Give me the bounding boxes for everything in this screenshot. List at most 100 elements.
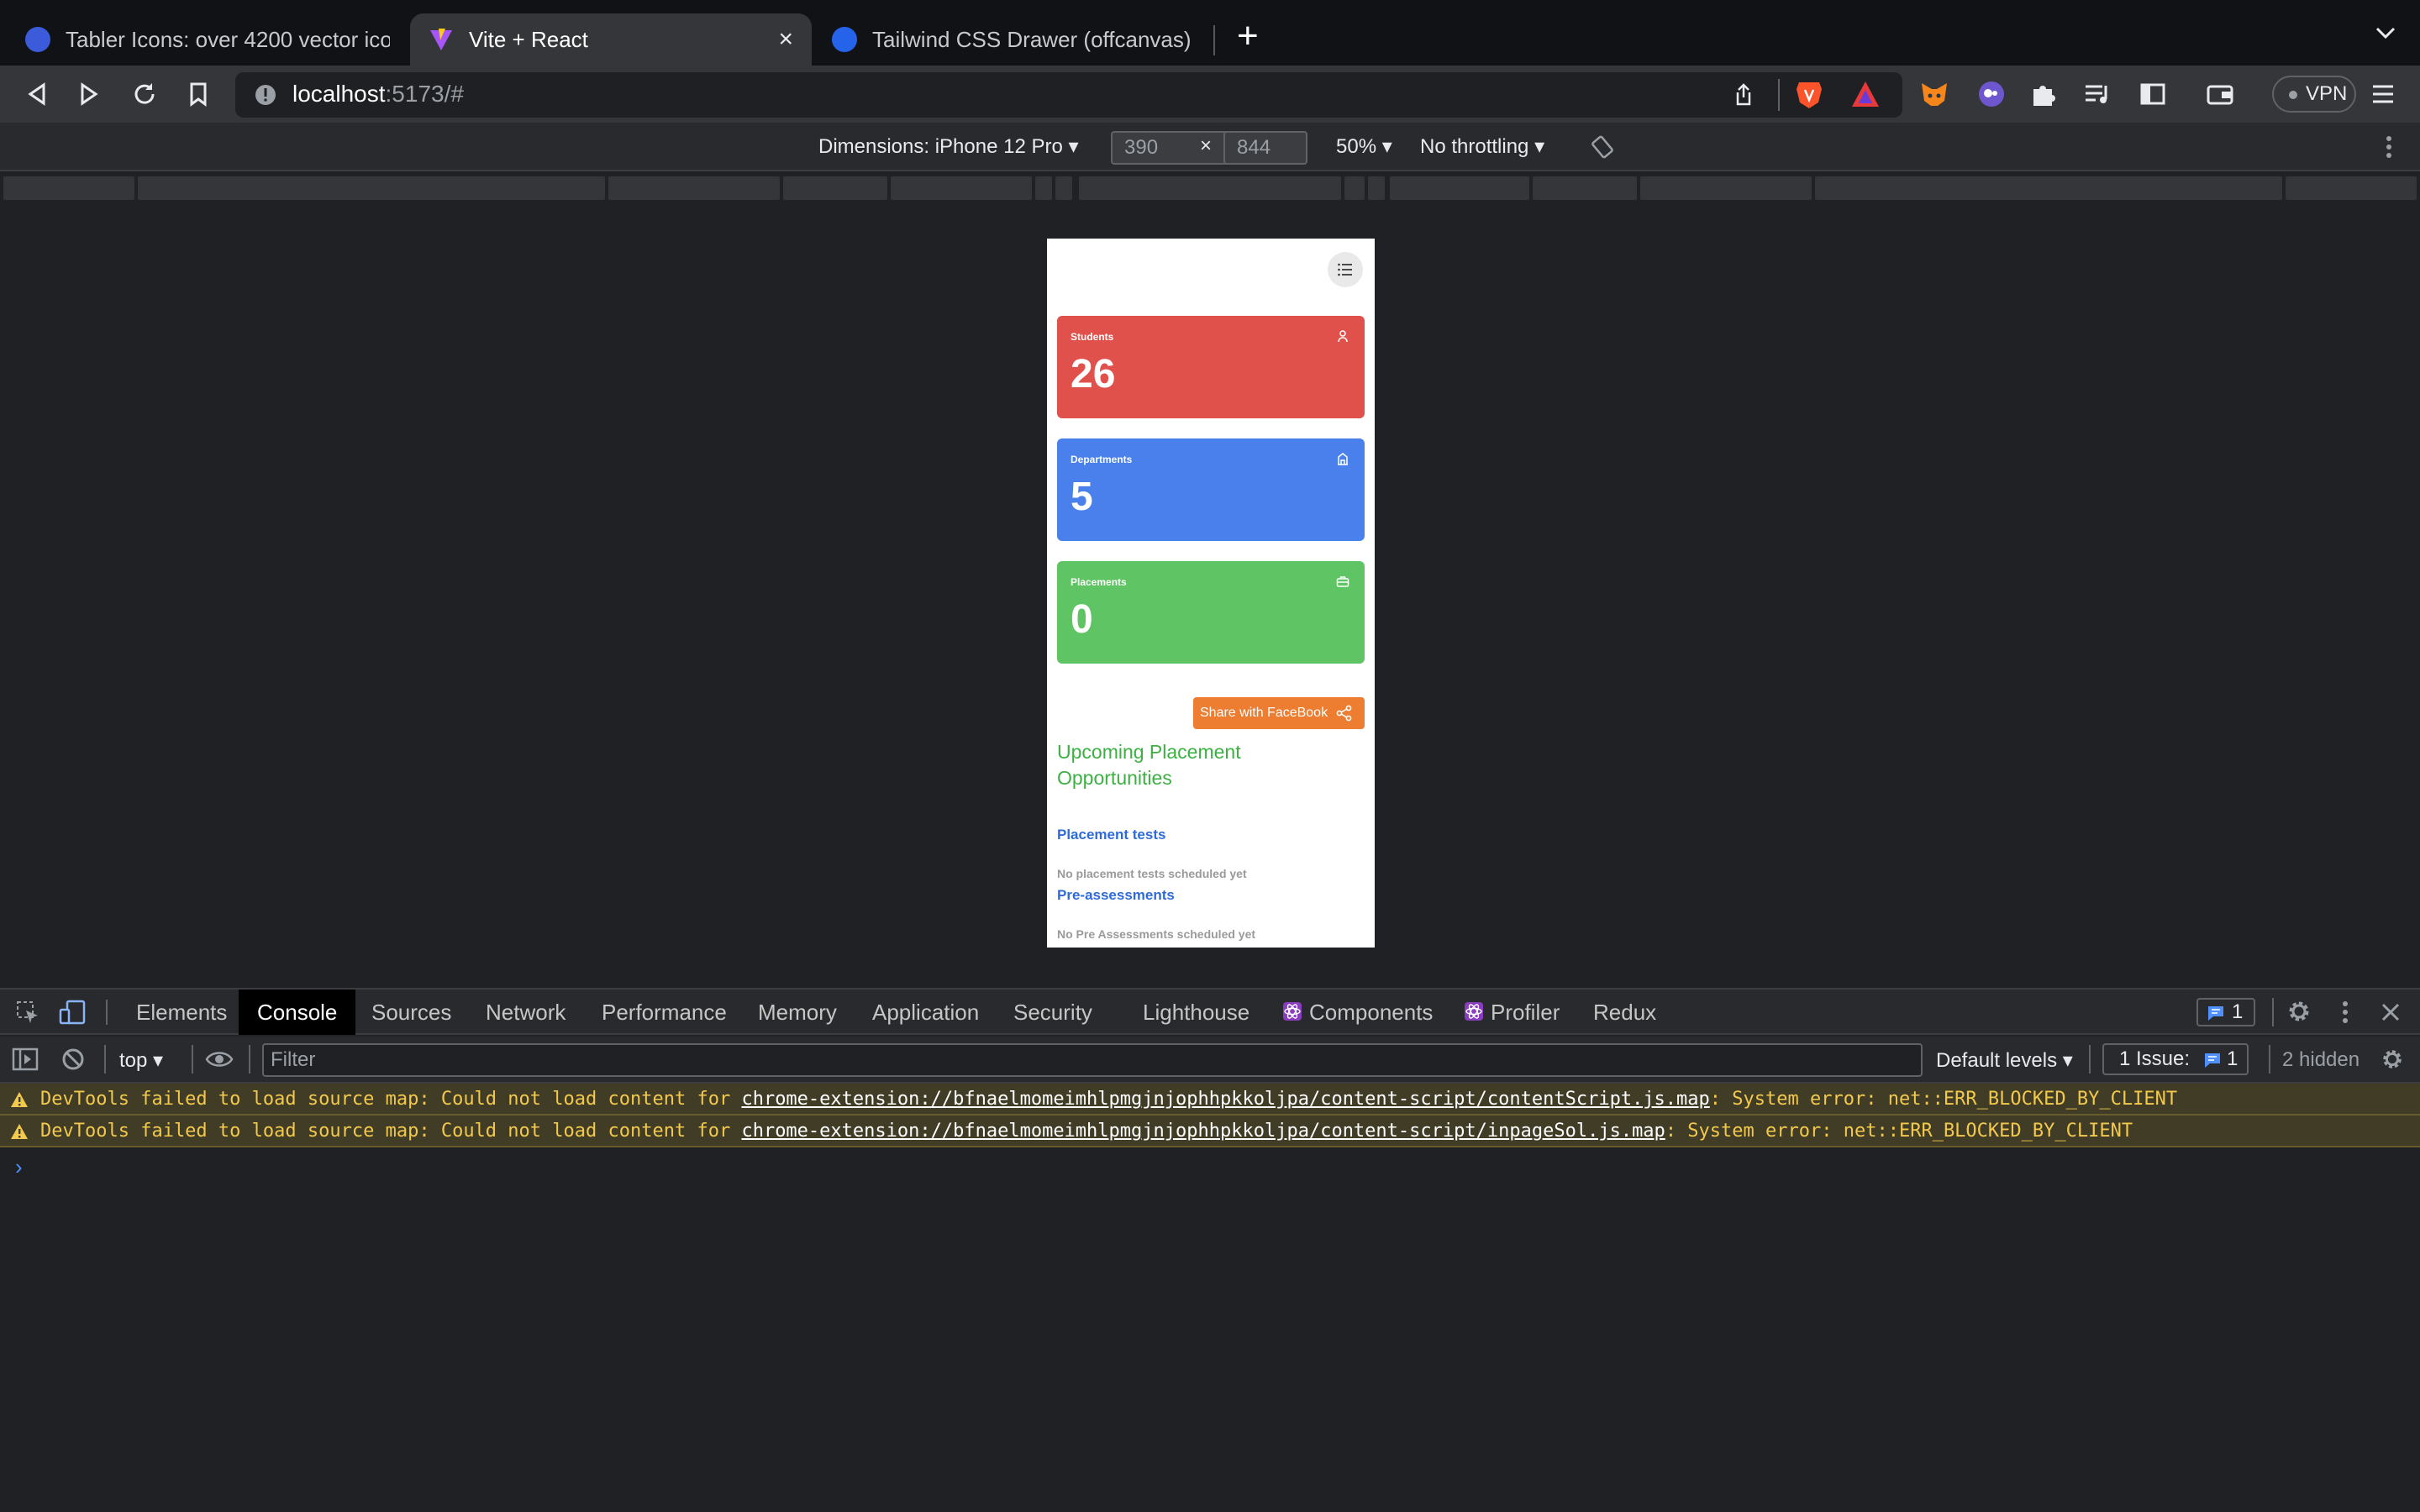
vpn-button[interactable]: VPN	[2272, 76, 2356, 113]
devtools-close-icon[interactable]	[2380, 1001, 2402, 1023]
extensions-puzzle-icon[interactable]	[2028, 79, 2059, 109]
media-query-segment[interactable]	[608, 176, 780, 200]
tailwind-favicon-icon	[832, 27, 857, 52]
media-query-segment[interactable]	[138, 176, 605, 200]
menu-toggle-button[interactable]	[1328, 252, 1363, 287]
issue-message-icon	[2205, 1053, 2220, 1068]
devtools-tab-network[interactable]: Network	[467, 990, 584, 1035]
live-expression-eye-icon[interactable]	[205, 1048, 234, 1070]
devtools-settings-gear-icon[interactable]	[2286, 998, 2312, 1025]
console-settings-gear-icon[interactable]	[2380, 1047, 2405, 1072]
media-query-segment[interactable]	[1533, 176, 1637, 200]
media-playlist-icon[interactable]	[2082, 79, 2112, 109]
browser-tab-tailwind-drawer[interactable]: Tailwind CSS Drawer (offcanvas) - F	[813, 13, 1215, 66]
forward-icon[interactable]	[74, 79, 104, 109]
students-card[interactable]: Students 26	[1057, 316, 1365, 418]
wallet-extension-icon[interactable]	[1976, 79, 2007, 109]
browser-tab-vite-react[interactable]: Vite + React ×	[410, 13, 812, 66]
inspect-element-icon[interactable]	[15, 1000, 40, 1025]
brave-rewards-icon[interactable]	[1850, 80, 1881, 108]
warning-error-text: : System error: net::ERR_BLOCKED_BY_CLIE…	[1665, 1121, 2133, 1142]
devtools-tab-console[interactable]: Console	[239, 990, 356, 1035]
devtools-tab-components[interactable]: Components	[1291, 990, 1451, 1035]
zoom-select[interactable]: 50% ▾	[1336, 134, 1392, 159]
card-value: 5	[1071, 475, 1093, 519]
share-icon	[1336, 705, 1352, 722]
media-query-segment[interactable]	[1368, 176, 1385, 200]
device-dimensions-select[interactable]: Dimensions: iPhone 12 Pro ▾	[818, 134, 1079, 159]
issues-button[interactable]: 1 Issue: 1	[2102, 1043, 2249, 1075]
browser-tab-strip: Tabler Icons: over 4200 vector icons Vit…	[0, 0, 2420, 66]
pre-assessments-link[interactable]: Pre-assessments	[1057, 887, 1175, 904]
browser-tab-tabler-icons[interactable]: Tabler Icons: over 4200 vector icons	[7, 13, 408, 66]
devtools-tab-bar: Elements Console Sources Network Perform…	[0, 990, 2420, 1035]
javascript-context-select[interactable]: top ▾	[119, 1048, 163, 1073]
media-query-segment[interactable]	[783, 176, 887, 200]
media-query-segment[interactable]	[1035, 176, 1052, 200]
media-query-ruler[interactable]	[0, 171, 2420, 202]
building-icon	[1338, 453, 1348, 465]
sidebar-toggle-icon[interactable]	[2138, 79, 2168, 109]
throttling-select[interactable]: No throttling ▾	[1420, 134, 1544, 159]
media-query-segment[interactable]	[3, 176, 134, 200]
metamask-extension-icon[interactable]	[1919, 79, 1949, 109]
tab-search-chevron-icon[interactable]	[2375, 24, 2396, 42]
reload-icon[interactable]	[129, 79, 160, 109]
address-bar[interactable]: localhost:5173/#	[235, 72, 1902, 118]
share-facebook-button[interactable]: Share with FaceBook	[1193, 697, 1365, 729]
device-toggle-icon[interactable]	[59, 1000, 86, 1025]
device-toolbar-more-icon[interactable]	[2385, 134, 2393, 160]
devtools-more-icon[interactable]	[2341, 1000, 2349, 1025]
media-query-segment[interactable]	[891, 176, 1032, 200]
media-query-segment[interactable]	[1390, 176, 1529, 200]
rotate-device-icon[interactable]	[1590, 134, 1615, 160]
new-tab-button[interactable]: +	[1237, 15, 1259, 57]
user-icon	[1338, 330, 1348, 343]
media-query-segment[interactable]	[1079, 176, 1341, 200]
warning-text: DevTools failed to load source map: Coul…	[40, 1121, 742, 1142]
share-page-icon[interactable]	[1731, 82, 1756, 108]
message-icon	[2208, 1006, 2223, 1021]
main-menu-icon[interactable]	[2368, 79, 2398, 109]
vite-favicon-icon	[429, 27, 454, 52]
brave-shields-icon[interactable]	[1795, 79, 1823, 109]
placements-card[interactable]: Placements 0	[1057, 561, 1365, 664]
media-query-segment[interactable]	[1640, 176, 1812, 200]
bookmark-icon[interactable]	[183, 79, 213, 109]
devtools-tab-performance[interactable]: Performance	[583, 990, 745, 1035]
placement-tests-link[interactable]: Placement tests	[1057, 827, 1165, 843]
brave-wallet-icon[interactable]	[2205, 79, 2235, 109]
hidden-messages-count: 2 hidden	[2282, 1048, 2360, 1071]
devtools-tab-lighthouse[interactable]: Lighthouse	[1124, 990, 1268, 1035]
departments-card[interactable]: Departments 5	[1057, 438, 1365, 541]
source-map-link[interactable]: chrome-extension://bfnaelmomeimhlpmgjnjo…	[741, 1121, 1665, 1142]
viewport-width-input[interactable]: 390	[1111, 131, 1230, 165]
show-console-sidebar-icon[interactable]	[12, 1047, 39, 1072]
back-icon[interactable]	[22, 79, 52, 109]
messages-badge[interactable]: 1	[2196, 998, 2255, 1026]
console-filter-input[interactable]: Filter	[262, 1043, 1923, 1077]
site-info-icon[interactable]	[254, 83, 277, 107]
issues-label: 1 Issue:	[2119, 1047, 2191, 1070]
log-levels-select[interactable]: Default levels ▾	[1936, 1048, 2073, 1073]
devtools-tab-redux[interactable]: Redux	[1575, 990, 1675, 1035]
viewport-height-input[interactable]: 844	[1223, 131, 1307, 165]
close-tab-icon[interactable]: ×	[778, 25, 793, 54]
devtools-tab-elements[interactable]: Elements	[118, 990, 245, 1035]
devtools-tab-sources[interactable]: Sources	[353, 990, 470, 1035]
console-prompt-input[interactable]: ›	[15, 1154, 23, 1180]
tab-title: Tabler Icons: over 4200 vector icons	[66, 26, 390, 52]
media-query-segment[interactable]	[1055, 176, 1072, 200]
media-query-segment[interactable]	[2286, 176, 2417, 200]
devtools-tab-memory[interactable]: Memory	[739, 990, 855, 1035]
clear-console-icon[interactable]	[60, 1047, 86, 1072]
devtools-tab-application[interactable]: Application	[854, 990, 997, 1035]
vpn-status-dot-icon	[2289, 91, 2297, 99]
devtools-tab-profiler[interactable]: Profiler	[1472, 990, 1578, 1035]
media-query-segment[interactable]	[1815, 176, 2282, 200]
devtools-tab-security[interactable]: Security	[995, 990, 1111, 1035]
media-query-segment[interactable]	[1344, 176, 1365, 200]
url-text: localhost:5173/#	[292, 81, 464, 107]
tab-divider	[1213, 25, 1215, 55]
source-map-link[interactable]: chrome-extension://bfnaelmomeimhlpmgjnjo…	[741, 1089, 1709, 1110]
